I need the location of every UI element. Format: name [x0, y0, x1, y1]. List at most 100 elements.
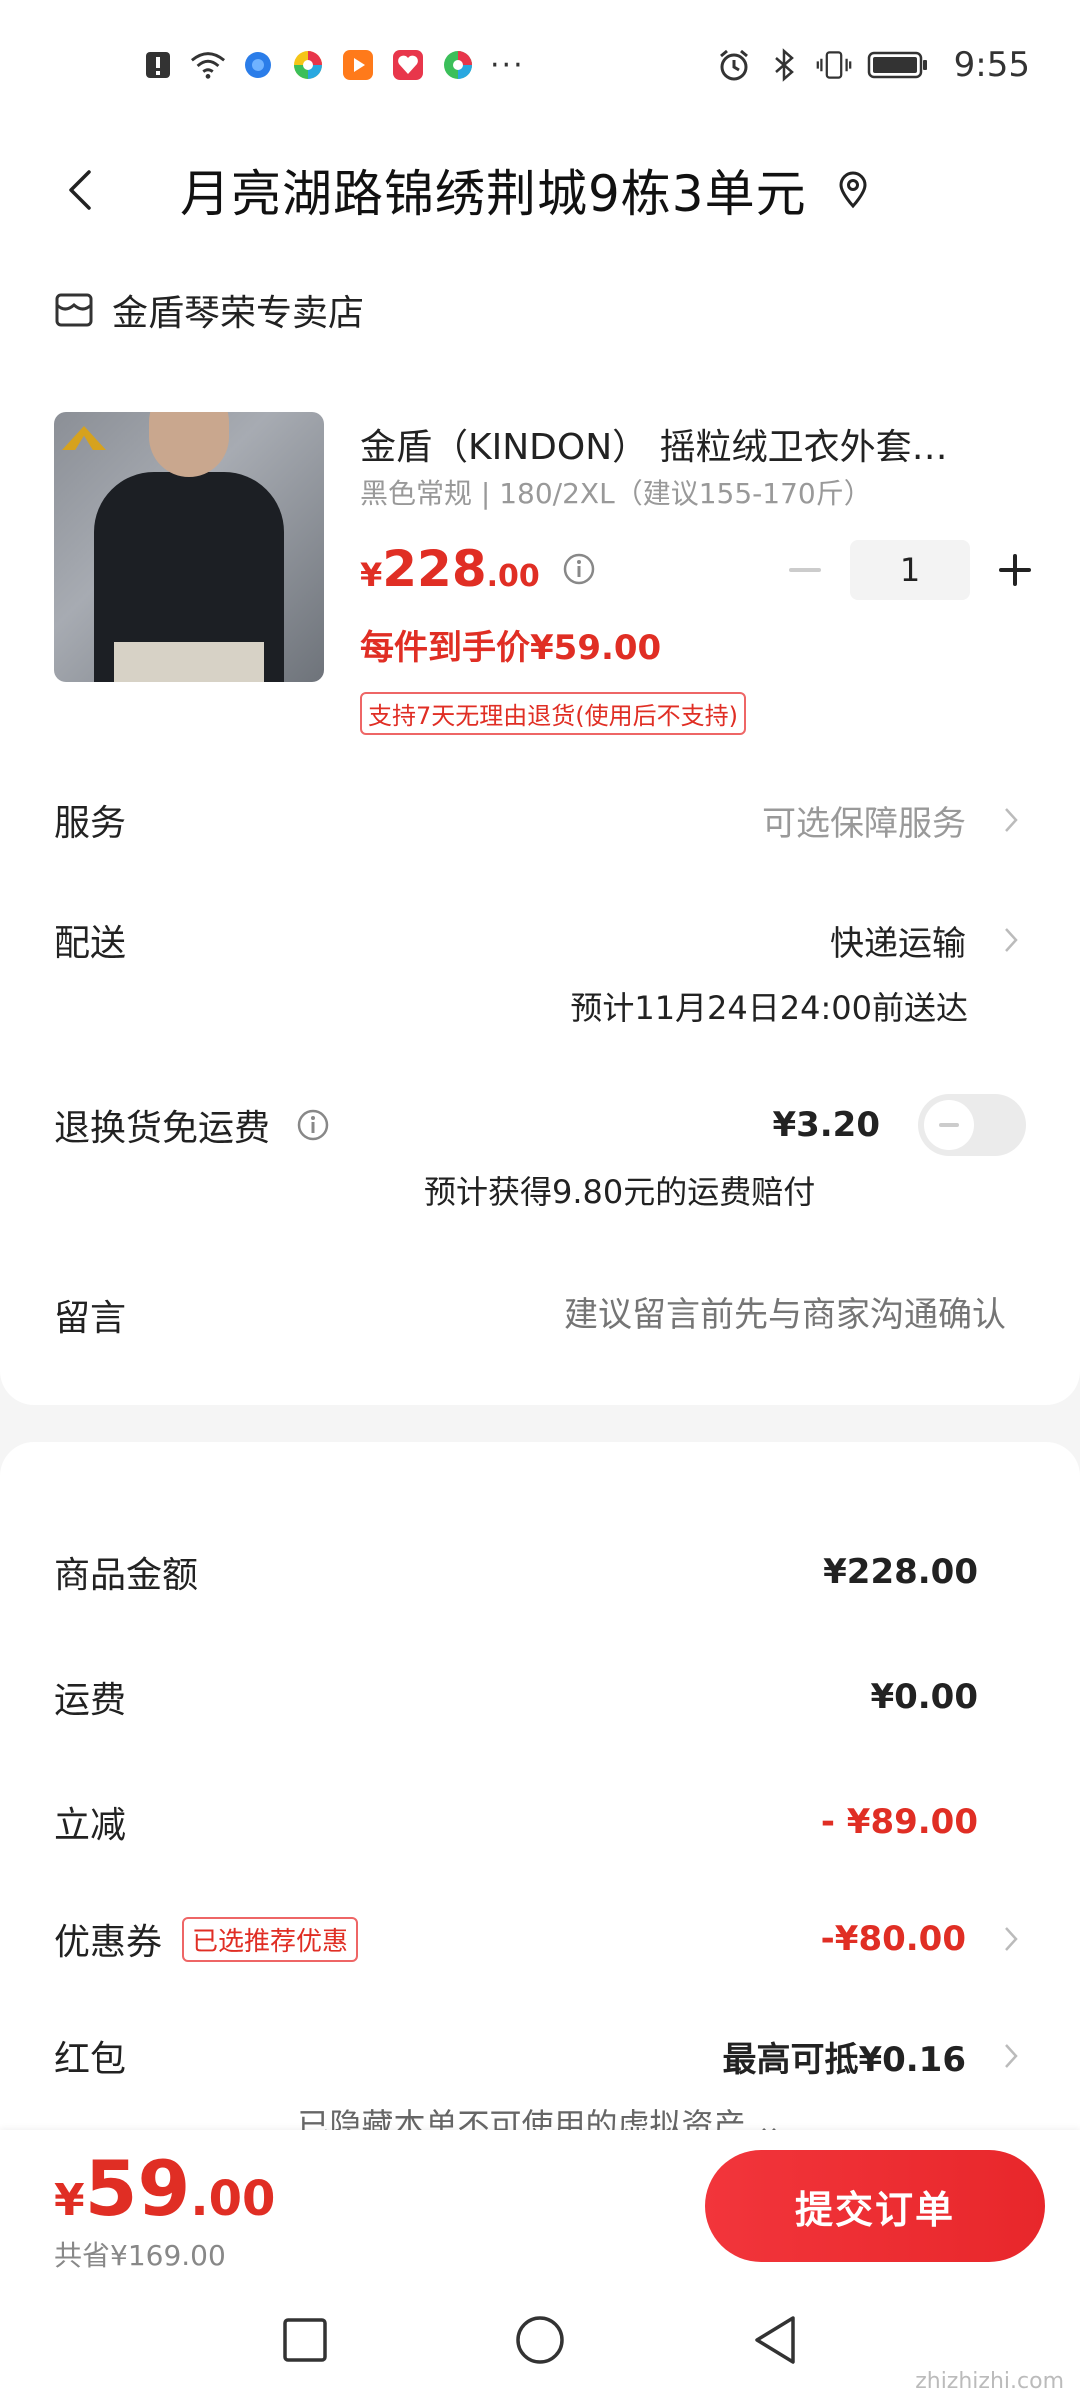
- coupon-row[interactable]: 优惠券 已选推荐优惠 -¥80.00: [54, 1909, 1026, 1969]
- circle-icon: [516, 2316, 564, 2364]
- info-icon[interactable]: [562, 552, 596, 586]
- chevron-right-icon: [996, 800, 1026, 840]
- chevron-right-icon: [996, 2036, 1026, 2076]
- shipping-address[interactable]: 月亮湖路锦绣荆城9栋3单元: [180, 154, 807, 226]
- watermark: zhizhizhi.com: [915, 2369, 1064, 2394]
- checkout-bar: ¥ 59 .00 共省¥169.00 提交订单: [0, 2130, 1080, 2280]
- system-nav-bar: zhizhizhi.com: [0, 2280, 1080, 2400]
- battery-icon: [866, 47, 930, 83]
- coupon-tag: 已选推荐优惠: [182, 1916, 359, 1962]
- return-policy-badge: 支持7天无理由退货(使用后不支持): [360, 692, 746, 735]
- header: 月亮湖路锦绣荆城9栋3单元: [0, 130, 1080, 250]
- status-left-icons: ···: [140, 47, 525, 83]
- return-shipping-row: 退换货免运费 ¥3.20: [54, 1090, 1026, 1160]
- back-button[interactable]: [40, 150, 120, 230]
- return-shipping-price: ¥3.20: [772, 1105, 880, 1145]
- red-packet-right: 最高可抵¥0.16: [722, 2032, 1026, 2081]
- instant-discount-row: 立减 - ¥89.00: [54, 1792, 1026, 1852]
- coupon-right: -¥80.00: [821, 1919, 1026, 1959]
- total-integer: 59: [84, 2144, 191, 2233]
- plus-icon: [999, 554, 1031, 586]
- location-pin-icon[interactable]: [833, 170, 873, 210]
- delivery-method: 快递运输: [830, 923, 966, 964]
- goods-amount-row: 商品金额 ¥228.00: [54, 1542, 1026, 1602]
- price-decimal: .00: [486, 559, 540, 594]
- coupon-label: 优惠券: [54, 1922, 163, 1963]
- price-integer: 228: [382, 540, 487, 598]
- total-decimal: .00: [190, 2171, 276, 2227]
- service-right: 可选保障服务: [762, 796, 1026, 845]
- more-notifications-icon: ···: [490, 47, 525, 83]
- return-shipping-label: 退换货免运费: [54, 1108, 271, 1149]
- chevron-right-icon: [996, 1919, 1026, 1959]
- alert-icon: [140, 47, 176, 83]
- product-spec[interactable]: 黑色常规 | 180/2XL（建议155-170斤）: [360, 472, 872, 512]
- browser-app-icon: [240, 47, 276, 83]
- product-image[interactable]: [54, 412, 324, 682]
- total-saved: 共省¥169.00: [54, 2239, 226, 2272]
- toggle-knob: [924, 1100, 974, 1150]
- store-icon: [54, 290, 94, 330]
- price-currency: ¥: [360, 556, 383, 594]
- status-time: 9:55: [953, 45, 1030, 85]
- message-input[interactable]: [446, 1287, 1006, 1343]
- video-app-icon: [340, 47, 376, 83]
- return-shipping-toggle[interactable]: [918, 1094, 1026, 1156]
- delivery-row[interactable]: 配送 快递运输: [54, 910, 1026, 970]
- brand-logo-icon: [62, 426, 106, 450]
- instant-discount-text: - ¥89.00: [820, 1802, 978, 1842]
- goods-amount-label: 商品金额: [54, 1555, 199, 1596]
- colorful-app-icon: [290, 47, 326, 83]
- per-item-price: 每件到手价¥59.00: [360, 628, 662, 668]
- product-image-head: [149, 412, 229, 477]
- square-icon: [283, 2318, 327, 2362]
- shipping-fee-label: 运费: [54, 1680, 127, 1721]
- shop-row[interactable]: 金盾琴荣专卖店: [54, 280, 364, 340]
- recent-apps-button[interactable]: [275, 2310, 335, 2370]
- product-price: ¥ 228 .00: [360, 540, 596, 598]
- bluetooth-icon: [766, 47, 802, 83]
- red-packet-value: 最高可抵¥0.16: [722, 2039, 966, 2080]
- shopping-app-icon: [390, 47, 426, 83]
- instant-discount-value: - ¥89.00: [821, 1802, 978, 1842]
- quantity-decrease-button[interactable]: [780, 545, 830, 595]
- shipping-fee-value: ¥0.00: [870, 1677, 978, 1717]
- vibrate-icon: [816, 47, 852, 83]
- shipping-fee-row: 运费 ¥0.00: [54, 1667, 1026, 1727]
- order-card: 金盾琴荣专卖店 金盾（KINDON） 摇粒绒卫衣外套… 黑色常规 | 180/2…: [0, 250, 1080, 1405]
- product-image-pants: [114, 642, 264, 682]
- service-label: 服务: [54, 803, 127, 844]
- shop-name: 金盾琴荣专卖店: [112, 293, 365, 334]
- system-back-button[interactable]: [745, 2310, 805, 2370]
- quantity-increase-button[interactable]: [990, 545, 1040, 595]
- coupon-value: -¥80.00: [820, 1919, 966, 1959]
- quantity-stepper: 1: [780, 540, 1040, 600]
- triangle-back-icon: [755, 2316, 795, 2364]
- delivery-eta: 预计11月24日24:00前送达: [570, 989, 968, 1027]
- delivery-label: 配送: [54, 923, 127, 964]
- alarm-icon: [716, 47, 752, 83]
- goods-amount-text: ¥228.00: [823, 1552, 978, 1592]
- red-packet-label: 红包: [54, 2039, 127, 2080]
- service-row[interactable]: 服务 可选保障服务: [54, 790, 1026, 850]
- chevron-left-icon: [69, 170, 91, 210]
- info-icon[interactable]: [296, 1108, 330, 1142]
- total-price: ¥ 59 .00: [54, 2144, 275, 2233]
- return-shipping-right: ¥3.20: [772, 1094, 1026, 1156]
- service-value: 可选保障服务: [762, 803, 966, 844]
- wifi-icon: [190, 47, 226, 83]
- home-button[interactable]: [510, 2310, 570, 2370]
- shipping-fee-text: ¥0.00: [870, 1677, 978, 1717]
- quantity-value[interactable]: 1: [850, 540, 970, 600]
- delivery-right: 快递运输: [830, 916, 1026, 965]
- instant-discount-label: 立减: [54, 1805, 127, 1846]
- status-bar: ··· 9:55: [0, 0, 1080, 130]
- status-right-icons: 9:55: [716, 45, 1030, 85]
- red-packet-row[interactable]: 红包 最高可抵¥0.16: [54, 2026, 1026, 2086]
- goods-amount-value: ¥228.00: [823, 1552, 978, 1592]
- message-label: 留言: [54, 1298, 127, 1339]
- product-title[interactable]: 金盾（KINDON） 摇粒绒卫衣外套…: [360, 418, 1000, 470]
- submit-order-button[interactable]: 提交订单: [705, 2150, 1045, 2262]
- minus-icon: [789, 568, 821, 572]
- shipping-compensation-note: 预计获得9.80元的运费赔付: [424, 1173, 816, 1211]
